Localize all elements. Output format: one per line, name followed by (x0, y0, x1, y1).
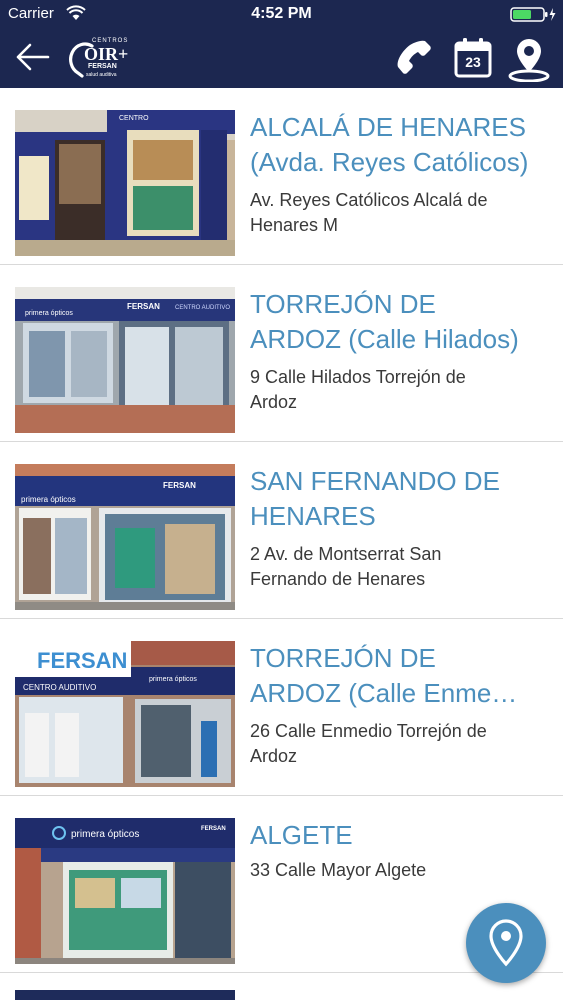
store-sign-text: primera ópticos (149, 676, 197, 683)
store-address-line: Ardoz (250, 392, 298, 412)
store-title-line: TORREJÓN DE (250, 289, 436, 319)
store-sign-text: CENTRO AUDITIVO (23, 683, 96, 692)
store-title: TORREJÓN DE ARDOZ (Calle Enme… (250, 641, 550, 711)
store-title: TORREJÓN DE ARDOZ (Calle Hilados) (250, 287, 550, 357)
status-bar: Carrier 4:52 PM (0, 0, 563, 30)
store-photo: primera ópticos FERSAN (15, 818, 235, 964)
brand-logo: CENTROS OIR+ FERSAN salud auditiva (66, 36, 136, 82)
store-list-item[interactable]: CENTRO ALCALÁ DE HENARES (Avda. Reyes Ca… (0, 88, 563, 265)
store-photo: primera ópticos FERSAN CENTRO AUDITIVO (15, 287, 235, 433)
store-photo: CENTRO (15, 110, 235, 256)
store-sign-text: primera ópticos (21, 495, 76, 504)
store-photo: primera ópticos FERSAN (15, 464, 235, 610)
store-address-line: 9 Calle Hilados Torrejón de (250, 367, 466, 387)
store-list-item-partial[interactable] (0, 973, 563, 1000)
store-sign-text: FERSAN (127, 302, 160, 311)
store-address-line: 2 Av. de Montserrat San (250, 544, 442, 564)
store-address: Av. Reyes Católicos Alcalá de Henares M (250, 188, 550, 238)
store-sign-text: FERSAN (201, 826, 226, 832)
store-photo (15, 990, 235, 1000)
store-title-line: ALCALÁ DE HENARES (250, 112, 526, 142)
store-title-line: (Avda. Reyes Católicos) (250, 147, 529, 177)
store-sign-text: FERSAN (37, 648, 127, 673)
store-list-item[interactable]: primera ópticos FERSAN CENTRO AUDITIVO T… (0, 265, 563, 442)
store-address-line: Henares M (250, 215, 339, 235)
store-title-line: ALGETE (250, 820, 353, 850)
store-title-line: HENARES (250, 501, 376, 531)
store-address-line: Fernando de Henares (250, 569, 426, 589)
app-header: Carrier 4:52 PM CENTROS OIR+ FERSAN salu… (0, 0, 563, 88)
navigation-bar: CENTROS OIR+ FERSAN salud auditiva 23 (0, 30, 563, 88)
store-address-line: Av. Reyes Católicos Alcalá de (250, 190, 488, 210)
battery-charging-icon (510, 7, 556, 22)
arrow-left-icon[interactable] (14, 41, 50, 73)
store-address-line: 33 Calle Mayor Algete (250, 860, 427, 880)
store-sign-text: FERSAN (163, 481, 196, 490)
logo-main-text: OIR+ (84, 44, 129, 64)
store-list-item[interactable]: FERSAN CENTRO AUDITIVO primera ópticos T… (0, 619, 563, 796)
store-photo: FERSAN CENTRO AUDITIVO primera ópticos (15, 641, 235, 787)
map-pin-icon[interactable] (507, 36, 551, 82)
calendar-icon[interactable]: 23 (453, 37, 493, 79)
calendar-day-number: 23 (465, 54, 481, 70)
store-address-line: 26 Calle Enmedio Torrejón de (250, 721, 487, 741)
store-title: ALGETE (250, 818, 550, 853)
status-time: 4:52 PM (251, 5, 312, 22)
store-address: 33 Calle Mayor Algete (250, 858, 550, 883)
store-address: 9 Calle Hilados Torrejón de Ardoz (250, 365, 550, 415)
map-pin-icon (489, 919, 523, 967)
store-address: 2 Av. de Montserrat San Fernando de Hena… (250, 542, 550, 592)
store-title-line: ARDOZ (Calle Hilados) (250, 324, 519, 354)
store-title: ALCALÁ DE HENARES (Avda. Reyes Católicos… (250, 110, 550, 180)
store-sign-text: primera ópticos (25, 310, 73, 317)
store-list: CENTRO ALCALÁ DE HENARES (Avda. Reyes Ca… (0, 88, 563, 1000)
store-address-line: Ardoz (250, 746, 298, 766)
logo-sub-text: FERSAN (88, 63, 117, 70)
store-sign-text: CENTRO AUDITIVO (175, 305, 230, 311)
map-view-button[interactable] (466, 903, 546, 983)
store-title-line: TORREJÓN DE (250, 643, 436, 673)
store-list-item[interactable]: primera ópticos FERSAN SAN FERNANDO DE H… (0, 442, 563, 619)
store-title-line: SAN FERNANDO DE (250, 466, 500, 496)
store-sign-text: CENTRO (119, 115, 149, 122)
logo-tag-text: salud auditiva (86, 72, 117, 78)
store-title: SAN FERNANDO DE HENARES (250, 464, 550, 534)
store-sign-text: primera ópticos (71, 829, 139, 840)
store-title-line: ARDOZ (Calle Enme… (250, 678, 518, 708)
store-address: 26 Calle Enmedio Torrejón de Ardoz (250, 719, 550, 769)
phone-icon[interactable] (394, 37, 438, 81)
